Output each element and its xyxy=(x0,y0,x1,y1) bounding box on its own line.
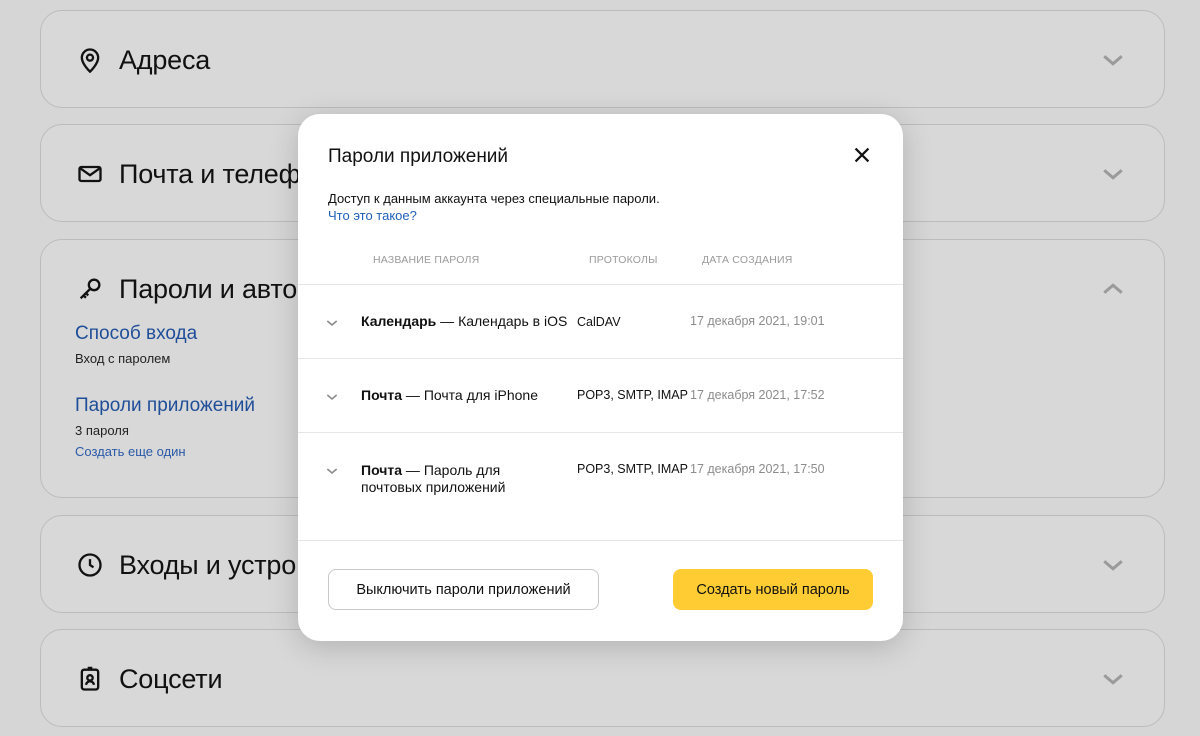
login-method-link[interactable]: Способ входа xyxy=(75,323,197,345)
key-icon xyxy=(75,274,105,304)
section-social-header[interactable]: Соцсети xyxy=(75,630,223,728)
password-created: 17 декабря 2021, 17:52 xyxy=(690,388,825,402)
section-addresses[interactable]: Адреса xyxy=(40,10,1165,108)
section-addresses-header[interactable]: Адреса xyxy=(75,11,210,109)
password-protocols: POP3, SMTP, IMAP xyxy=(577,388,688,402)
password-name: Календарь — Календарь в iOS xyxy=(361,313,568,329)
password-created: 17 декабря 2021, 19:01 xyxy=(690,314,825,328)
password-name: Почта — Почта для iPhone xyxy=(361,387,538,403)
section-title: Входы и устро xyxy=(119,549,297,580)
column-header-protocols: ПРОТОКОЛЫ xyxy=(589,254,658,266)
chevron-down-icon[interactable] xyxy=(324,463,340,479)
chevron-down-icon[interactable] xyxy=(324,389,340,405)
section-title: Соцсети xyxy=(119,663,223,694)
chevron-down-icon[interactable] xyxy=(1098,664,1128,694)
section-title: Адреса xyxy=(119,44,211,75)
password-protocols: POP3, SMTP, IMAP xyxy=(577,462,688,476)
chevron-down-icon[interactable] xyxy=(1098,550,1128,580)
chevron-down-icon[interactable] xyxy=(1098,45,1128,75)
create-new-password-button[interactable]: Создать новый пароль xyxy=(673,569,873,610)
help-link[interactable]: Что это такое? xyxy=(328,208,417,223)
section-mail-phone-header[interactable]: Почта и телеф xyxy=(75,125,301,223)
chevron-up-icon[interactable] xyxy=(1098,274,1128,304)
chevron-down-icon[interactable] xyxy=(324,315,340,331)
clock-icon xyxy=(75,550,105,580)
table-row[interactable]: Почта — Пароль для почтовых приложений P… xyxy=(298,432,903,540)
login-method-value: Вход с паролем xyxy=(75,351,171,366)
password-protocols: CalDAV xyxy=(577,315,621,329)
footer-divider xyxy=(298,540,903,541)
close-icon[interactable] xyxy=(851,144,873,166)
password-name: Почта — Пароль для почтовых приложений xyxy=(361,462,506,495)
table-row[interactable]: Календарь — Календарь в iOS CalDAV 17 де… xyxy=(298,284,903,358)
column-header-created: ДАТА СОЗДАНИЯ xyxy=(702,254,793,266)
section-logins-devices-header[interactable]: Входы и устро xyxy=(75,516,296,614)
envelope-icon xyxy=(75,159,105,189)
chevron-down-icon[interactable] xyxy=(1098,159,1128,189)
app-passwords-modal: Пароли приложений Доступ к данным аккаун… xyxy=(298,114,903,641)
app-passwords-link[interactable]: Пароли приложений xyxy=(75,395,255,417)
disable-app-passwords-button[interactable]: Выключить пароли приложений xyxy=(328,569,599,610)
section-social[interactable]: Соцсети xyxy=(40,629,1165,727)
section-title: Почта и телеф xyxy=(119,158,301,189)
column-header-name: НАЗВАНИЕ ПАРОЛЯ xyxy=(373,254,480,266)
create-another-link[interactable]: Создать еще один xyxy=(75,444,186,459)
password-created: 17 декабря 2021, 17:50 xyxy=(690,462,825,476)
modal-title: Пароли приложений xyxy=(328,146,509,167)
table-row[interactable]: Почта — Почта для iPhone POP3, SMTP, IMA… xyxy=(298,358,903,432)
location-pin-icon xyxy=(75,45,105,75)
app-passwords-count: 3 пароля xyxy=(75,423,129,438)
section-title: Пароли и авто xyxy=(119,273,298,304)
modal-description: Доступ к данным аккаунта через специальн… xyxy=(328,191,660,206)
id-badge-icon xyxy=(75,664,105,694)
